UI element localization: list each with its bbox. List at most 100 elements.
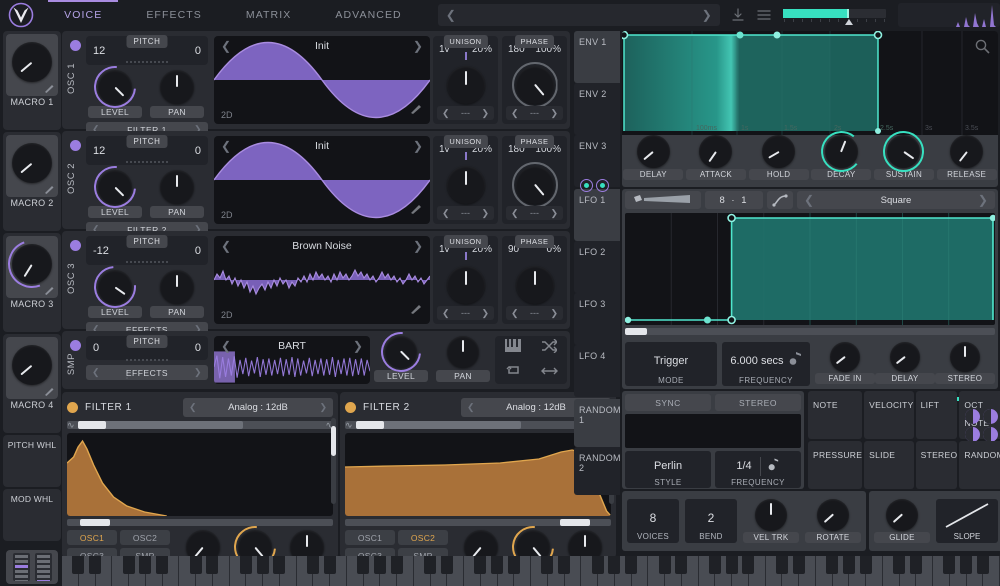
mod-source-lift[interactable]: LIFT (916, 391, 958, 439)
filter-2-cutoff-bar[interactable] (345, 519, 611, 526)
macro-4[interactable]: MACRO 4 (3, 334, 61, 433)
black-key[interactable] (793, 556, 805, 574)
osc-1-level[interactable]: LEVEL (88, 70, 142, 118)
osc-2-unison-prev-icon[interactable]: ❮ (442, 208, 450, 219)
black-key[interactable] (625, 556, 637, 574)
osc-1-unison-mode[interactable]: ❮ --- ❯ (437, 106, 494, 120)
mod-source-oct-note[interactable]: OCT NOTE (959, 391, 1000, 439)
filter-1-model-prev-icon[interactable]: ❮ (189, 402, 197, 413)
tab-env-1[interactable]: ENV 1 (574, 31, 620, 83)
osc-2-phase-mode[interactable]: ❮ --- ❯ (506, 206, 563, 220)
osc-3-unison-mode[interactable]: ❮ --- ❯ (437, 306, 494, 320)
lfo-delay[interactable]: DELAY (875, 342, 935, 386)
macro-1-edit-icon[interactable] (43, 82, 55, 94)
filter-1-enable-toggle[interactable] (67, 402, 78, 413)
tab-lfo-4[interactable]: LFO 4 (574, 345, 620, 397)
black-key[interactable] (826, 556, 838, 574)
tab-random-1[interactable]: RANDOM 1 (574, 399, 620, 447)
osc-3-unison-next-icon[interactable]: ❯ (481, 308, 489, 319)
env-delay[interactable]: DELAY (623, 135, 683, 180)
macro-1-knob-area[interactable] (6, 34, 58, 96)
black-key[interactable] (491, 556, 503, 574)
filter-2-src-osc2[interactable]: OSC2 (398, 530, 448, 545)
env-sustain[interactable]: SUSTAIN (874, 135, 934, 180)
black-key[interactable] (608, 556, 620, 574)
black-key[interactable] (474, 556, 486, 574)
lfo-stereo-knob[interactable] (950, 342, 980, 372)
vel-trk-knob[interactable] (755, 499, 787, 531)
black-key[interactable] (139, 556, 151, 574)
black-key[interactable] (424, 556, 436, 574)
black-key[interactable] (726, 556, 738, 574)
macro-1[interactable]: MACRO 1 (3, 31, 61, 130)
filter-1-vscroll[interactable] (331, 418, 336, 504)
tab-lfo-2[interactable]: LFO 2 (574, 241, 620, 293)
osc-3-phase-knob[interactable] (516, 266, 554, 304)
black-key[interactable] (190, 556, 202, 574)
black-key[interactable] (123, 556, 135, 574)
macro-1-knob[interactable] (12, 42, 52, 82)
osc-2-wt-next-icon[interactable]: ❯ (413, 139, 423, 153)
smp-pitch-left[interactable]: 0 (93, 342, 99, 354)
mod-source-pressure[interactable]: PRESSURE (808, 441, 862, 489)
tab-random-2[interactable]: RANDOM 2 (574, 447, 620, 495)
smp-prev-icon[interactable]: ❮ (221, 339, 231, 353)
osc-1-wt-prev-icon[interactable]: ❮ (221, 39, 231, 53)
random-note-icon[interactable] (760, 457, 780, 476)
smp-pan[interactable]: PAN (436, 336, 490, 382)
osc-2-phase-next-icon[interactable]: ❯ (550, 208, 558, 219)
black-key[interactable] (273, 556, 285, 574)
lfo-fade-in[interactable]: FADE IN (815, 342, 875, 386)
filter-2-blend-slider[interactable]: ∿ ∿ (345, 421, 611, 429)
osc-1-level-knob[interactable] (98, 70, 132, 104)
smp-sample-selector[interactable]: ❮ BART ❯ (214, 336, 370, 356)
preset-next-icon[interactable]: ❯ (702, 8, 712, 22)
osc-1-pan-knob[interactable] (160, 70, 194, 104)
osc-2-pitch[interactable]: 12 PITCH 0 (86, 136, 208, 165)
black-key[interactable] (508, 556, 520, 574)
osc-1-unison-prev-icon[interactable]: ❮ (442, 108, 450, 119)
black-key[interactable] (659, 556, 671, 574)
osc-2-level-knob[interactable] (98, 170, 132, 204)
lfo-grid-value[interactable]: 8 · 1 (705, 191, 763, 209)
mod-wheel[interactable] (35, 553, 52, 581)
filter-1-src-osc2[interactable]: OSC2 (120, 530, 170, 545)
osc-3-unison-prev-icon[interactable]: ❮ (442, 308, 450, 319)
filter-1-blend-slider[interactable]: ∿ ∿ (67, 421, 333, 429)
filter-2-model-prev-icon[interactable]: ❮ (467, 402, 475, 413)
osc-3-unison-knob[interactable] (447, 266, 485, 304)
mod-source-velocity[interactable]: VELOCITY (864, 391, 913, 439)
osc-3-pitch-right[interactable]: 0 (195, 245, 201, 257)
macro-4-edit-icon[interactable] (43, 385, 55, 397)
osc-3-pitch-left[interactable]: -12 (93, 245, 109, 257)
osc-3-phase-next-icon[interactable]: ❯ (550, 308, 558, 319)
random-stereo-button[interactable]: STEREO (715, 394, 801, 411)
lfo-fade-in-knob[interactable] (830, 342, 860, 372)
osc-1-phase-knob[interactable] (516, 66, 554, 104)
random-sync-button[interactable]: SYNC (625, 394, 711, 411)
black-key[interactable] (357, 556, 369, 574)
macro-2-edit-icon[interactable] (43, 183, 55, 195)
lfo-graph[interactable] (625, 213, 995, 325)
osc-3-wt-prev-icon[interactable]: ❮ (221, 239, 231, 253)
tab-matrix[interactable]: MATRIX (246, 0, 292, 30)
mod-source-note[interactable]: NOTE (808, 391, 862, 439)
black-key[interactable] (592, 556, 604, 574)
glide-knob[interactable] (886, 499, 918, 531)
env-hold-knob[interactable] (762, 135, 795, 168)
osc-3-pan-knob[interactable] (160, 270, 194, 304)
macro-2-knob-area[interactable] (6, 135, 58, 197)
osc-1-wavetable-selector[interactable]: ❮ Init ❯ (214, 36, 430, 56)
keyboard-keytrack-icon[interactable] (505, 339, 521, 357)
env-sustain-knob[interactable] (887, 135, 920, 168)
black-key[interactable] (240, 556, 252, 574)
black-key[interactable] (72, 556, 84, 574)
bend-field[interactable]: 2 BEND (685, 499, 737, 543)
random-frequency-field[interactable]: 1/4 FREQUENCY (715, 451, 801, 488)
black-key[interactable] (960, 556, 972, 574)
filter-2-enable-toggle[interactable] (345, 402, 356, 413)
lfo-shape-next-icon[interactable]: ❯ (978, 193, 988, 207)
osc-1-pitch-right[interactable]: 0 (195, 45, 201, 57)
black-key[interactable] (893, 556, 905, 574)
tab-lfo-1[interactable]: LFO 1 (574, 189, 620, 241)
